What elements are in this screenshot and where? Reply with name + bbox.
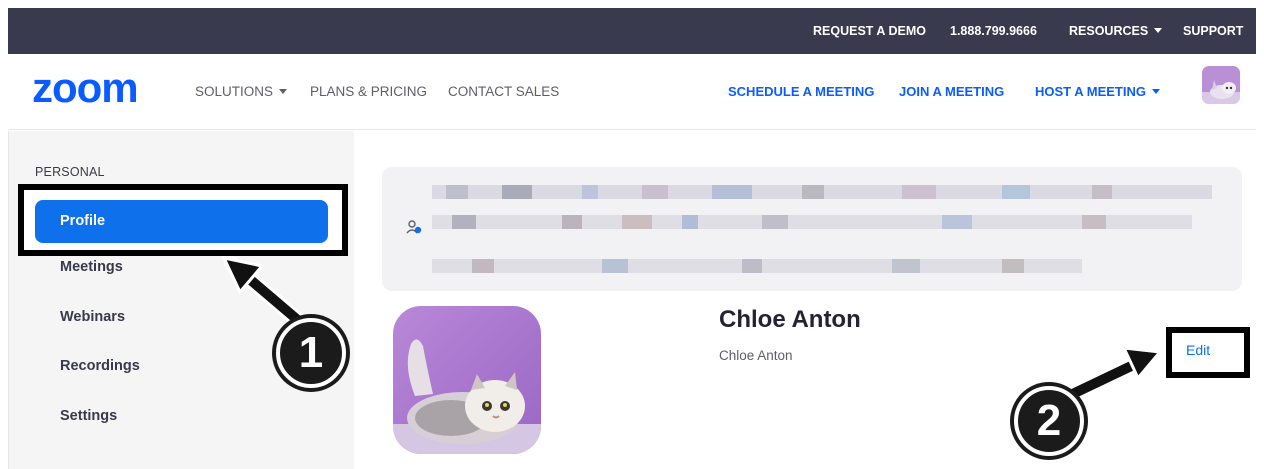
arrow-2 [1052,346,1163,408]
step-2-badge: 2 [1014,386,1084,456]
zoom-profile-page: REQUEST A DEMO 1.888.799.9666 RESOURCES … [0,0,1264,469]
step-1-badge: 1 [276,318,346,388]
arrow-1 [221,255,308,330]
